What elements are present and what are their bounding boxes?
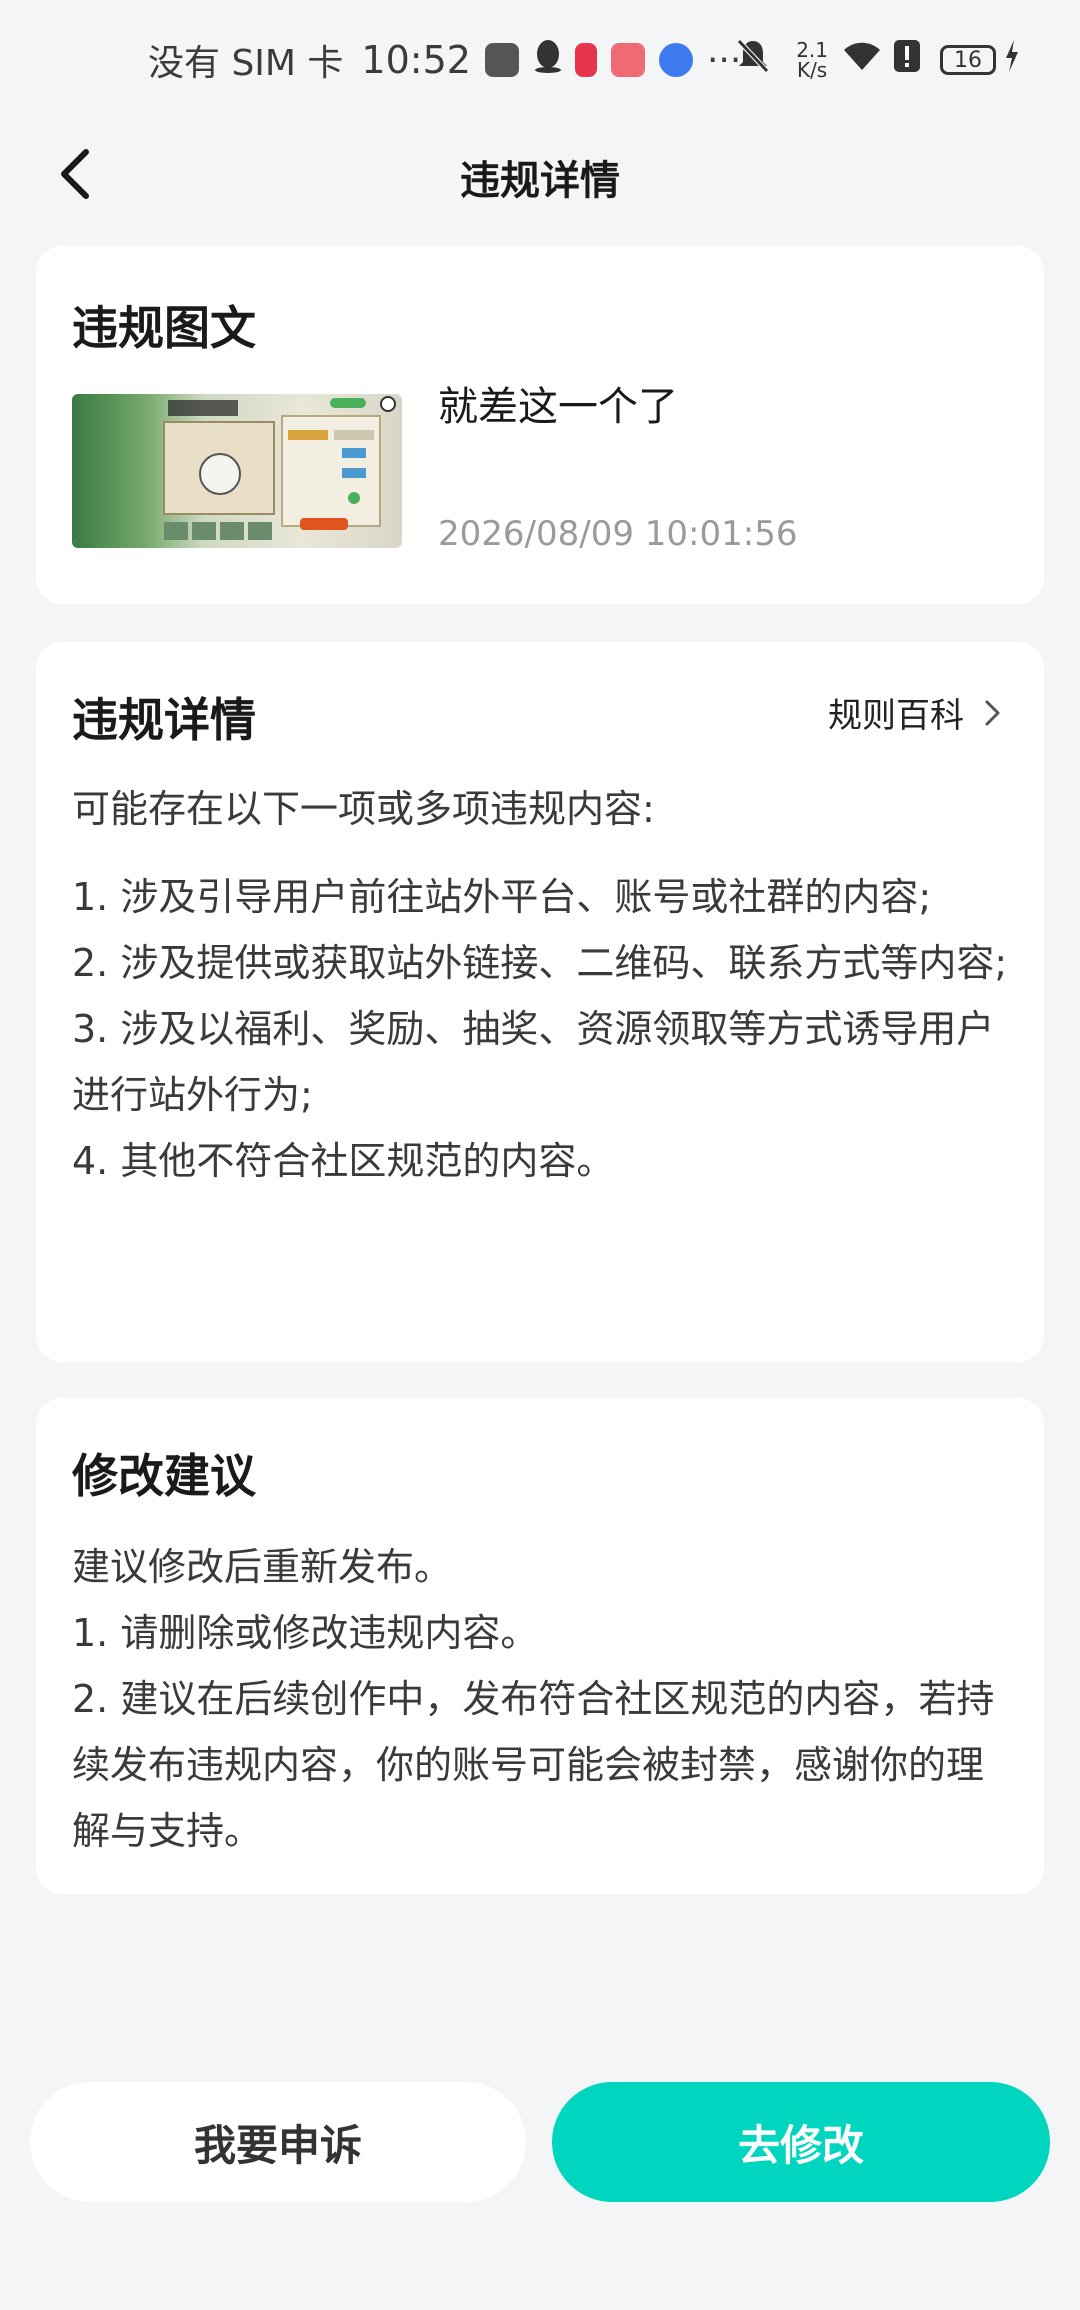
list-item: 3. 涉及以福利、奖励、抽奖、资源领取等方式诱导用户进行站外行为; [72,1007,995,1117]
music-app-icon [658,43,693,77]
battery-indicator: 16 [940,45,996,75]
list-item: 4. 其他不符合社区规范的内容。 [72,1139,615,1183]
suggestion-line: 2. 建议在后续创作中，发布符合社区规范的内容，若持续发布违规内容，你的账号可能… [72,1677,995,1853]
suggestion-line: 建议修改后重新发布。 [72,1545,453,1589]
status-time: 10:52 [361,38,471,82]
post-text: 就差这一个了 [438,384,678,430]
violating-post-card: 违规图文 就差这一个了 2026/08/09 10:01:56 [36,246,1044,604]
violation-list: 1. 涉及引导用户前往站外平台、账号或社群的内容; 2. 涉及提供或获取站外链接… [72,864,1008,1194]
net-speed-value: 2.1 [796,38,828,62]
net-speed: 2.1 K/s [796,40,828,80]
post-thumbnail[interactable] [72,394,402,548]
chevron-right-icon [985,700,1000,725]
red-app-icon [574,43,597,77]
violation-details-card: 违规详情 规则百科 可能存在以下一项或多项违规内容: 1. 涉及引导用户前往站外… [36,642,1044,1362]
suggestion-line: 1. 请删除或修改违规内容。 [72,1611,539,1655]
go-edit-button[interactable]: 去修改 [552,2082,1050,2202]
rules-encyclopedia-link[interactable]: 规则百科 [828,688,1004,737]
game-app-icon [484,43,519,77]
net-speed-unit: K/s [796,58,828,82]
list-item: 1. 涉及引导用户前往站外平台、账号或社群的内容; [72,875,932,919]
modification-suggestion-card: 修改建议 建议修改后重新发布。 1. 请删除或修改违规内容。 2. 建议在后续创… [36,1398,1044,1894]
details-card-title: 违规详情 [72,693,256,747]
suggestion-text: 建议修改后重新发布。 1. 请删除或修改违规内容。 2. 建议在后续创作中，发布… [72,1534,1008,1864]
rules-link-label: 规则百科 [828,696,964,736]
wifi-icon [842,40,882,81]
page-title: 违规详情 [460,158,620,204]
bell-muted-icon [736,38,770,83]
post-timestamp: 2026/08/09 10:01:56 [438,514,798,554]
qq-icon [533,38,563,83]
charging-icon [1004,39,1020,81]
top-nav: 违规详情 [0,120,1080,228]
suggestion-card-title: 修改建议 [72,1449,256,1503]
list-item: 2. 涉及提供或获取站外链接、二维码、联系方式等内容; [72,941,1008,985]
gift-app-icon [610,43,645,77]
alert-icon [894,39,920,81]
carrier-label: 没有 SIM 卡 [148,43,344,84]
appeal-button[interactable]: 我要申诉 [30,2082,526,2202]
post-card-title: 违规图文 [72,301,256,355]
violation-intro: 可能存在以下一项或多项违规内容: [72,787,655,831]
status-bar: 没有 SIM 卡 10:52 ··· 2.1 K/s 16 [0,0,1080,120]
